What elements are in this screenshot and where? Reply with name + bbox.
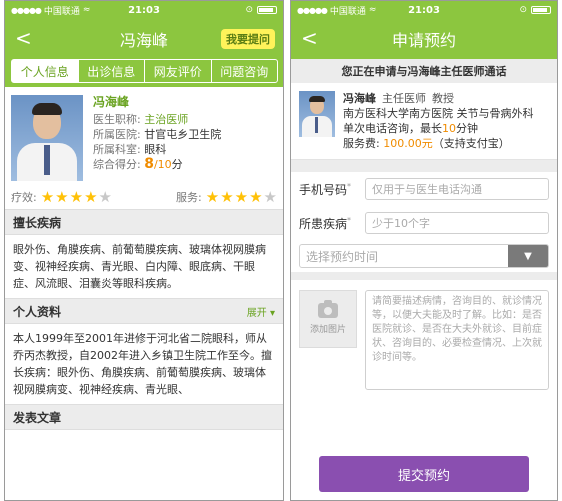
score-unit: 分 <box>171 158 183 171</box>
clock: 21:03 <box>128 4 160 16</box>
star-icon: ★ <box>40 187 55 206</box>
star-icon: ★ <box>98 187 112 206</box>
star-icon: ★ <box>249 187 263 206</box>
specialty-title: 擅长疾病 <box>13 215 62 230</box>
star-icon: ★ <box>234 187 249 206</box>
title-label: 医生职称: <box>93 113 141 126</box>
doctor-summary-info: 冯海峰 主任医师 教授 南方医科大学南方医院 关节与骨病外科 单次电话咨询，最长10… <box>343 91 534 151</box>
status-bar: ●●●●● 中国联通 ≈ 21:03 ⊙ <box>5 1 283 19</box>
description-row: 添加图片 请简要描述病情，咨询目的、就诊情况等，以便大夫能及时了解。比如：是否医… <box>291 280 557 400</box>
tab-personal-info[interactable]: 个人信息 <box>11 59 79 83</box>
battery-icon <box>531 6 551 14</box>
service-rating: 服务: ★ ★ ★ ★ ★ <box>176 189 277 205</box>
profile-header: 个人资料 展开 ▾ <box>5 298 283 324</box>
effect-label: 疗效: <box>11 191 37 204</box>
articles-header[interactable]: 发表文章 <box>5 404 283 430</box>
star-icon: ★ <box>55 187 69 206</box>
doctor-rank: 教授 <box>432 92 454 105</box>
doctor-summary-card: 冯海峰 主任医师 教授 南方医科大学南方医院 关节与骨病外科 单次电话咨询，最长10… <box>291 83 557 160</box>
page-title: 冯海峰 <box>119 31 168 50</box>
doctor-profile-card: 冯海峰 医生职称: 主治医师 所属医院: 甘官屯乡卫生院 所属科室: 眼科 综合… <box>5 87 283 185</box>
disease-input[interactable]: 少于10个字 <box>365 212 549 234</box>
add-photo-label: 添加图片 <box>309 325 346 335</box>
fee-label: 服务费: <box>343 137 380 150</box>
tab-clinic-info[interactable]: 出诊信息 <box>77 59 145 83</box>
divider <box>291 272 557 280</box>
dropdown-arrow-icon[interactable]: ▼ <box>508 245 548 267</box>
disease-row: 所患疾病* 少于10个字 <box>291 206 557 240</box>
score-value: 8 <box>144 156 154 172</box>
fee-note: （支持支付宝） <box>432 137 510 150</box>
submit-area: 提交预约 <box>291 456 557 492</box>
time-row: 选择预约时间 ▼ <box>291 240 557 272</box>
star-icon: ★ <box>220 187 234 206</box>
doctor-photo <box>11 95 83 181</box>
ask-question-button[interactable]: 我要提问 <box>221 29 275 49</box>
effect-rating: 疗效: ★ ★ ★ ★ ★ <box>11 189 112 205</box>
disease-label: 所患疾病* <box>299 215 352 231</box>
page-title: 申请预约 <box>391 31 456 50</box>
appointment-time-select[interactable]: 选择预约时间 ▼ <box>299 244 549 268</box>
navigation-bar: < 冯海峰 我要提问 <box>5 19 283 59</box>
doctor-info: 冯海峰 医生职称: 主治医师 所属医院: 甘官屯乡卫生院 所属科室: 眼科 综合… <box>93 95 221 181</box>
ratings-row: 疗效: ★ ★ ★ ★ ★ 服务: ★ ★ ★ ★ ★ <box>5 185 283 209</box>
specialty-text: 眼外伤、角膜疾病、前葡萄膜疾病、玻璃体视网膜病变、视神经疾病、青光眼、白内障、眼… <box>13 243 266 290</box>
time-placeholder: 选择预约时间 <box>306 249 379 264</box>
tab-user-reviews[interactable]: 网友评价 <box>144 59 212 83</box>
back-arrow-icon[interactable]: < <box>15 27 32 49</box>
department-label: 所属科室: <box>93 143 141 156</box>
battery-icon <box>257 6 277 14</box>
phone-input[interactable]: 仅用于与医生电话沟通 <box>365 178 549 200</box>
status-bar: ●●●●● 中国联通 ≈ 21:03 ⊙ <box>291 1 557 19</box>
phone-label: 手机号码* <box>299 181 352 197</box>
consult-prefix: 单次电话咨询，最长 <box>343 122 442 135</box>
star-icon: ★ <box>84 187 98 206</box>
effect-stars: ★ ★ ★ ★ ★ <box>40 187 112 206</box>
consult-suffix: 分钟 <box>456 122 478 135</box>
star-icon: ★ <box>205 187 220 206</box>
doctor-profile-screen: ●●●●● 中国联通 ≈ 21:03 ⊙ < 冯海峰 我要提问 个人信息 出诊信息 … <box>4 0 284 501</box>
call-notice: 您正在申请与冯海峰主任医师通话 <box>291 59 557 83</box>
navigation-bar: < 申请预约 <box>291 19 557 59</box>
service-label: 服务: <box>176 191 202 204</box>
divider <box>291 160 557 172</box>
clock: 21:03 <box>408 4 440 16</box>
doctor-name: 冯海峰 <box>93 95 130 109</box>
score-total: /10 <box>153 158 172 171</box>
doctor-title: 主任医师 <box>382 92 426 105</box>
expand-button[interactable]: 展开 ▾ <box>247 304 275 319</box>
phone-row: 手机号码* 仅用于与医生电话沟通 <box>291 172 557 206</box>
doctor-photo <box>299 91 335 137</box>
star-icon: ★ <box>263 187 277 206</box>
tab-bar: 个人信息 出诊信息 网友评价 问题咨询 <box>5 59 283 87</box>
articles-title: 发表文章 <box>13 410 62 425</box>
doctor-hospital: 南方医科大学南方医院 关节与骨病外科 <box>343 107 534 120</box>
department-value: 眼科 <box>144 143 167 156</box>
description-textarea[interactable]: 请简要描述病情，咨询目的、就诊情况等，以便大夫能及时了解。比如：是否医院就诊、是… <box>365 290 549 390</box>
doctor-name: 冯海峰 <box>343 92 376 105</box>
score-label: 综合得分: <box>93 158 141 171</box>
profile-text: 本人1999年至2001年进修于河北省二院眼科，师从乔丙杰教授，自2002年进入… <box>13 332 272 396</box>
camera-icon <box>318 300 338 318</box>
submit-button[interactable]: 提交预约 <box>319 456 529 492</box>
tab-consultation[interactable]: 问题咨询 <box>210 59 278 83</box>
star-icon: ★ <box>69 187 84 206</box>
add-photo-button[interactable]: 添加图片 <box>299 290 357 348</box>
profile-title: 个人资料 <box>13 304 62 319</box>
fee-value: 100.00元 <box>383 137 433 150</box>
back-arrow-icon[interactable]: < <box>301 27 318 49</box>
specialty-header: 擅长疾病 <box>5 209 283 235</box>
service-stars: ★ ★ ★ ★ ★ <box>205 187 277 206</box>
hospital-value: 甘官屯乡卫生院 <box>144 128 222 141</box>
hospital-label: 所属医院: <box>93 128 141 141</box>
consult-minutes: 10 <box>442 122 456 135</box>
title-value: 主治医师 <box>144 113 189 126</box>
appointment-screen: ●●●●● 中国联通 ≈ 21:03 ⊙ < 申请预约 您正在申请与冯海峰主任医师通… <box>290 0 558 501</box>
